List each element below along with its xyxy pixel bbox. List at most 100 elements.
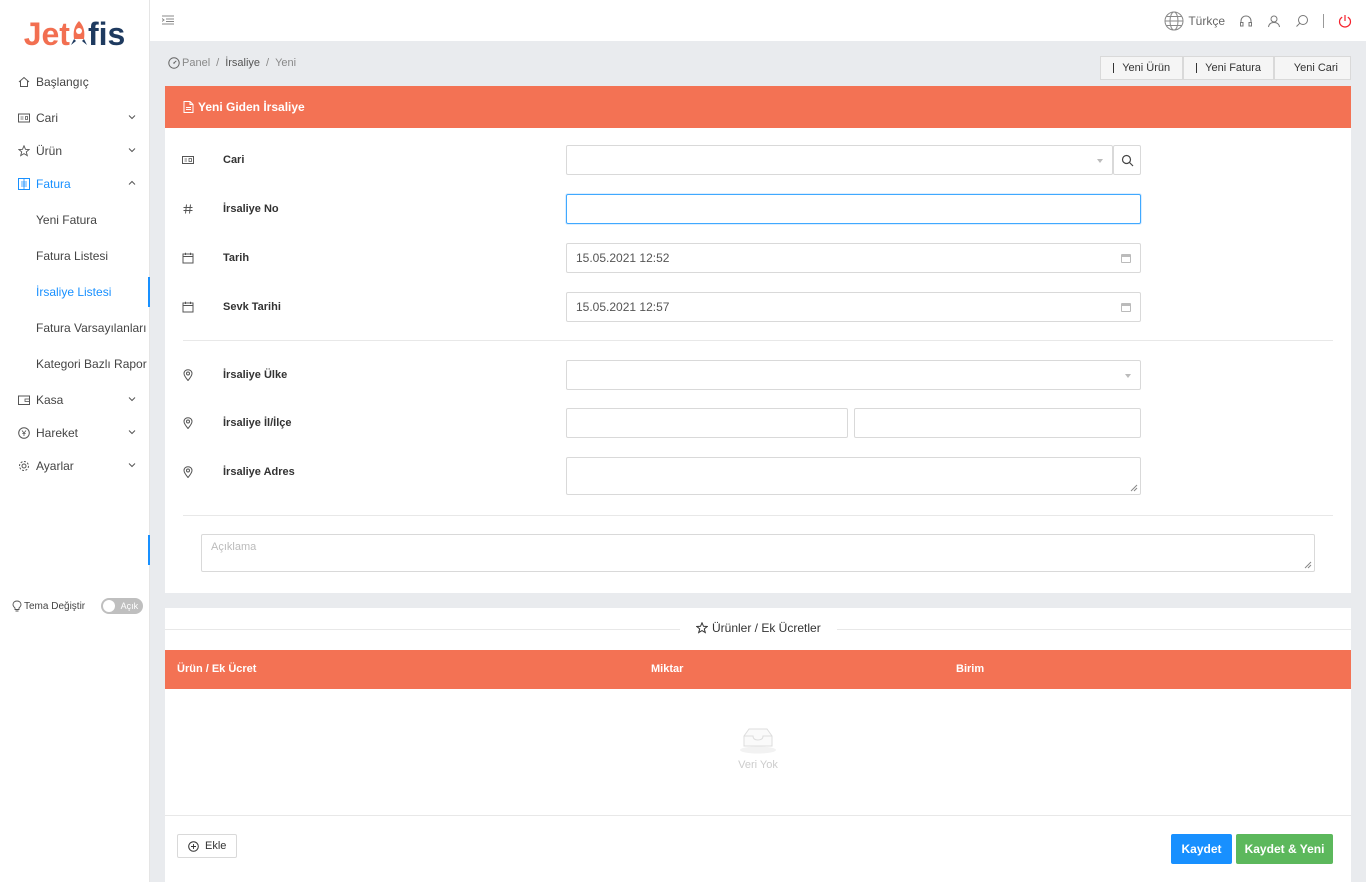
cari-select[interactable] xyxy=(566,145,1113,175)
sidebar-item-fatura[interactable]: Fatura xyxy=(0,170,150,198)
irsaliye-no-row: İrsaliye No xyxy=(165,194,1351,226)
topbar: Türkçe xyxy=(150,0,1366,41)
products-table-header: Ürün / Ek Ücret Miktar Birim xyxy=(165,650,1351,689)
save-button[interactable]: Kaydet xyxy=(1171,834,1232,864)
empty-state: Veri Yok xyxy=(720,726,796,771)
calendar-icon xyxy=(182,252,194,264)
sidebar-item-baslangic[interactable]: Başlangıç xyxy=(0,68,150,96)
products-footer-divider xyxy=(165,815,1351,816)
location-icon xyxy=(183,369,193,381)
document-icon xyxy=(183,101,194,113)
products-section-title: Ürünler / Ek Ücretler xyxy=(680,621,837,635)
section-divider xyxy=(183,515,1333,516)
chevron-down-icon xyxy=(128,397,136,402)
star-icon xyxy=(696,622,708,634)
search-icon[interactable] xyxy=(1295,14,1309,28)
theme-toggle[interactable]: Açık xyxy=(101,598,144,614)
quick-actions: Yeni Ürün Yeni Fatura Yeni Cari xyxy=(1100,56,1351,80)
sidebar-item-urun[interactable]: Ürün xyxy=(0,137,150,165)
rocket-icon xyxy=(69,19,89,49)
language-selector[interactable]: Türkçe xyxy=(1164,11,1225,31)
tarih-row: Tarih 15.05.2021 12:52 xyxy=(165,243,1351,275)
sidebar-item-hareket[interactable]: Hareket xyxy=(0,419,150,447)
id-card-icon xyxy=(182,156,194,164)
sidebar-subitem-kategori-bazli-rapor[interactable]: Kategori Bazlı Rapor xyxy=(0,349,150,379)
sidebar-scroll-indicator xyxy=(148,535,150,565)
new-product-button[interactable]: Yeni Ürün xyxy=(1100,56,1184,80)
irsaliye-il-input[interactable] xyxy=(566,408,848,438)
menu-fold-icon[interactable] xyxy=(162,15,174,25)
irsaliye-no-input[interactable] xyxy=(566,194,1141,224)
new-invoice-button[interactable]: Yeni Fatura xyxy=(1183,56,1274,80)
user-icon[interactable] xyxy=(1267,14,1281,28)
plus-circle-icon xyxy=(188,840,199,852)
search-icon xyxy=(1121,154,1133,166)
irsaliye-il-ilce-row: İrsaliye İl/İlçe xyxy=(165,408,1351,440)
dashboard-icon xyxy=(168,57,180,69)
sevk-tarihi-row: Sevk Tarihi 15.05.2021 12:57 xyxy=(165,292,1351,324)
sidebar-item-cari[interactable]: Cari xyxy=(0,104,150,132)
cari-row: Cari xyxy=(165,145,1351,177)
caret-down-icon xyxy=(1125,374,1131,378)
app-logo[interactable]: Jet fis xyxy=(0,0,149,68)
products-card: Ürünler / Ek Ücretler Ürün / Ek Ücret Mi… xyxy=(165,608,1351,882)
wallet-icon xyxy=(18,394,30,406)
irsaliye-ulke-select[interactable] xyxy=(566,360,1141,390)
add-row-button[interactable]: Ekle xyxy=(177,834,238,858)
waybill-form-card: Yeni Giden İrsaliye Cari İrsaliye No Tar… xyxy=(165,86,1351,593)
form-header: Yeni Giden İrsaliye xyxy=(165,86,1351,128)
sidebar-subitem-yeni-fatura[interactable]: Yeni Fatura xyxy=(0,205,150,235)
chevron-down-icon xyxy=(128,430,136,435)
topbar-separator xyxy=(1323,14,1324,28)
chevron-down-icon xyxy=(128,115,136,120)
sidebar-subitem-fatura-listesi[interactable]: Fatura Listesi xyxy=(0,241,150,271)
column-header-product: Ürün / Ek Ücret xyxy=(177,663,257,675)
new-customer-button[interactable]: Yeni Cari xyxy=(1274,56,1351,80)
theme-switcher: Tema Değiştir Açık xyxy=(12,598,144,614)
power-icon[interactable] xyxy=(1338,14,1352,28)
irsaliye-adres-textarea[interactable] xyxy=(566,457,1141,495)
location-icon xyxy=(183,417,193,429)
sidebar-item-kasa[interactable]: Kasa xyxy=(0,386,150,414)
chevron-down-icon xyxy=(128,463,136,468)
chevron-down-icon xyxy=(128,148,136,153)
breadcrumb-irsaliye[interactable]: İrsaliye xyxy=(225,57,260,69)
sidebar-subitem-fatura-varsayilanlari[interactable]: Fatura Varsayılanları xyxy=(0,313,150,343)
globe-icon xyxy=(1164,11,1184,31)
calendar-icon xyxy=(1121,303,1131,312)
aciklama-textarea[interactable]: Açıklama xyxy=(201,534,1315,572)
irsaliye-ilce-input[interactable] xyxy=(854,408,1141,438)
star-icon xyxy=(18,145,30,157)
home-icon xyxy=(18,76,30,88)
column-header-quantity: Miktar xyxy=(651,663,684,675)
gear-icon xyxy=(18,460,30,472)
resize-handle-icon[interactable] xyxy=(1130,484,1138,492)
resize-handle-icon[interactable] xyxy=(1304,561,1312,569)
breadcrumb-panel[interactable]: Panel xyxy=(182,57,210,69)
sevk-tarihi-datepicker[interactable]: 15.05.2021 12:57 xyxy=(566,292,1141,322)
save-and-new-button[interactable]: Kaydet & Yeni xyxy=(1236,834,1333,864)
id-card-icon xyxy=(18,112,30,124)
bulb-icon xyxy=(12,600,22,612)
irsaliye-ulke-row: İrsaliye Ülke xyxy=(165,360,1351,392)
tarih-datepicker[interactable]: 15.05.2021 12:52 xyxy=(566,243,1141,273)
inbox-icon xyxy=(740,728,776,754)
sidebar-item-ayarlar[interactable]: Ayarlar xyxy=(0,452,150,480)
calendar-icon xyxy=(182,301,194,313)
form-title: Yeni Giden İrsaliye xyxy=(198,100,305,114)
toggle-knob xyxy=(103,600,116,612)
cari-search-button[interactable] xyxy=(1113,145,1141,175)
sidebar-subitem-irsaliye-listesi[interactable]: İrsaliye Listesi xyxy=(0,277,150,307)
currency-icon xyxy=(18,427,30,439)
breadcrumb: Panel / İrsaliye / Yeni xyxy=(168,57,296,69)
breadcrumb-current: Yeni xyxy=(275,57,297,69)
chevron-up-icon xyxy=(128,180,136,185)
column-header-unit: Birim xyxy=(956,663,985,675)
caret-down-icon xyxy=(1097,159,1103,163)
irsaliye-adres-row: İrsaliye Adres xyxy=(165,457,1351,495)
section-divider xyxy=(183,340,1333,341)
headset-icon[interactable] xyxy=(1239,14,1253,28)
hash-icon xyxy=(183,204,193,214)
location-icon xyxy=(183,466,193,478)
calendar-icon xyxy=(1121,254,1131,263)
